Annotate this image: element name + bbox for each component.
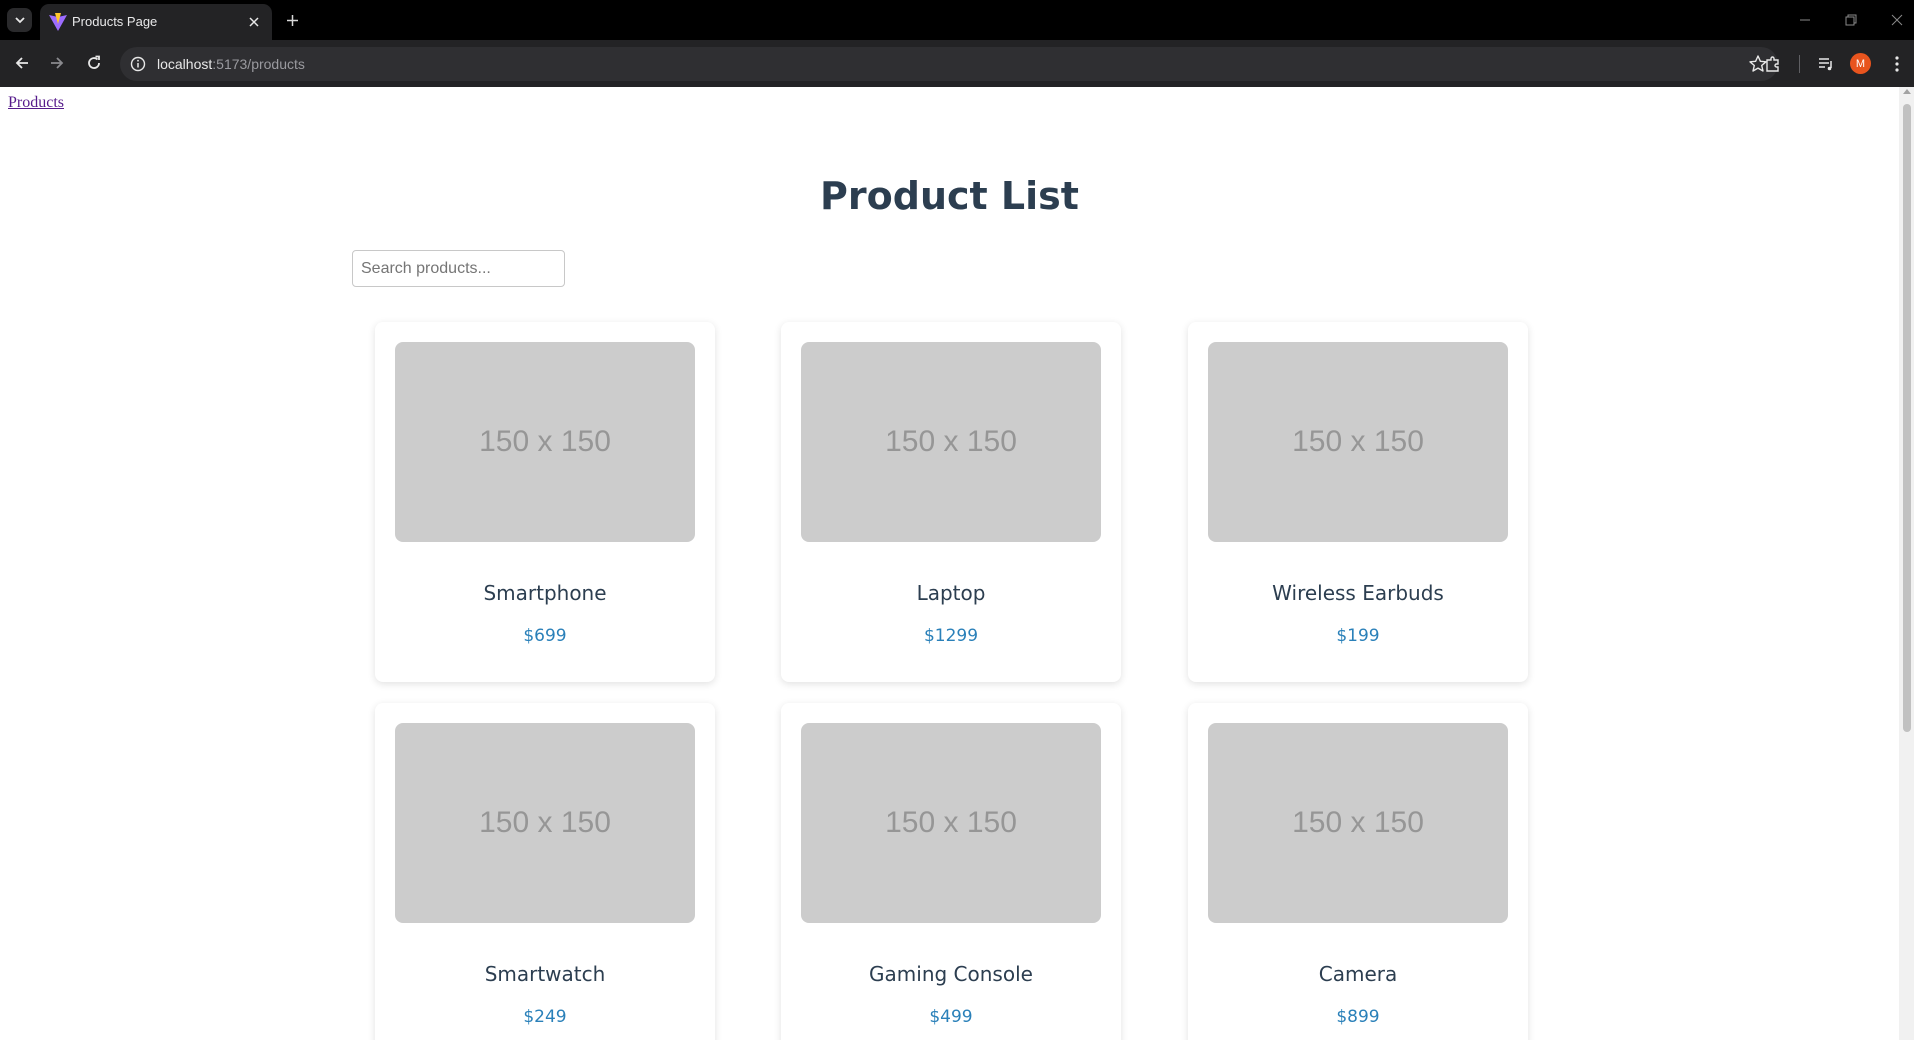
product-image-placeholder: 150 x 150 xyxy=(801,342,1101,542)
product-price: $699 xyxy=(523,626,567,646)
product-image-placeholder: 150 x 150 xyxy=(801,723,1101,923)
minimize-button[interactable] xyxy=(1790,8,1820,32)
extensions-button[interactable] xyxy=(1762,53,1784,75)
address-bar[interactable]: localhost:5173/products xyxy=(120,47,1778,81)
close-tab-icon[interactable] xyxy=(244,12,264,32)
product-name: Smartphone xyxy=(483,581,607,605)
profile-avatar[interactable]: M xyxy=(1850,53,1871,74)
product-name: Laptop xyxy=(916,581,986,605)
nav-link-products[interactable]: Products xyxy=(8,94,64,112)
product-image-placeholder: 150 x 150 xyxy=(395,342,695,542)
media-queue-icon xyxy=(1819,58,1832,71)
tab-title: Products Page xyxy=(72,14,158,29)
product-price: $499 xyxy=(929,1007,973,1027)
restore-icon xyxy=(1845,14,1857,26)
arrow-left-icon xyxy=(15,57,28,69)
browser-menu-button[interactable] xyxy=(1886,53,1908,75)
search-input[interactable] xyxy=(352,250,565,287)
vite-favicon-icon xyxy=(49,13,67,31)
product-card[interactable]: 150 x 150 Camera $899 xyxy=(1188,703,1528,1040)
product-card[interactable]: 150 x 150 Gaming Console $499 xyxy=(781,703,1121,1040)
product-price: $1299 xyxy=(923,626,979,646)
minimize-icon xyxy=(1800,19,1810,21)
product-price: $249 xyxy=(523,1007,567,1027)
product-image-placeholder: 150 x 150 xyxy=(395,723,695,923)
new-tab-button[interactable] xyxy=(280,8,304,32)
puzzle-icon xyxy=(1766,56,1779,72)
site-info-icon[interactable] xyxy=(129,55,147,73)
browser-toolbar: localhost:5173/products M xyxy=(0,40,1914,87)
tab-strip: Products Page xyxy=(0,0,1914,40)
tab-search-button[interactable] xyxy=(7,8,32,32)
product-card[interactable]: 150 x 150 Smartwatch $249 xyxy=(375,703,715,1040)
scrollbar-thumb[interactable] xyxy=(1903,104,1911,732)
more-vertical-icon xyxy=(1895,56,1899,72)
media-controls-button[interactable] xyxy=(1815,53,1837,75)
tab-products-page[interactable]: Products Page xyxy=(40,4,272,40)
product-name: Gaming Console xyxy=(869,962,1033,986)
back-button[interactable] xyxy=(8,49,36,77)
product-name: Smartwatch xyxy=(484,962,606,986)
reload-button[interactable] xyxy=(80,49,108,77)
product-card[interactable]: 150 x 150 Smartphone $699 xyxy=(375,322,715,682)
product-card[interactable]: 150 x 150 Wireless Earbuds $199 xyxy=(1188,322,1528,682)
reload-icon xyxy=(88,55,100,69)
vertical-scrollbar[interactable] xyxy=(1899,87,1914,1040)
url-path: :5173/products xyxy=(212,56,305,72)
chevron-down-icon xyxy=(14,17,25,24)
arrow-right-icon xyxy=(51,57,64,69)
close-icon xyxy=(1891,14,1903,26)
product-card[interactable]: 150 x 150 Laptop $1299 xyxy=(781,322,1121,682)
close-window-button[interactable] xyxy=(1882,8,1912,32)
page-viewport: Products Product List 150 x 150 Smartpho… xyxy=(0,87,1914,1040)
product-image-placeholder: 150 x 150 xyxy=(1208,342,1508,542)
product-price: $899 xyxy=(1336,1007,1380,1027)
forward-button[interactable] xyxy=(43,49,71,77)
product-image-placeholder: 150 x 150 xyxy=(1208,723,1508,923)
page-title: Product List xyxy=(820,174,1079,218)
scroll-up-arrow-icon[interactable] xyxy=(1903,89,1911,94)
plus-icon xyxy=(286,14,298,26)
product-name: Camera xyxy=(1318,962,1398,986)
restore-button[interactable] xyxy=(1836,8,1866,32)
product-name: Wireless Earbuds xyxy=(1272,581,1444,605)
toolbar-divider xyxy=(1799,55,1800,73)
product-price: $199 xyxy=(1336,626,1380,646)
url-host: localhost xyxy=(157,56,213,72)
url-text: localhost:5173/products xyxy=(157,56,305,72)
